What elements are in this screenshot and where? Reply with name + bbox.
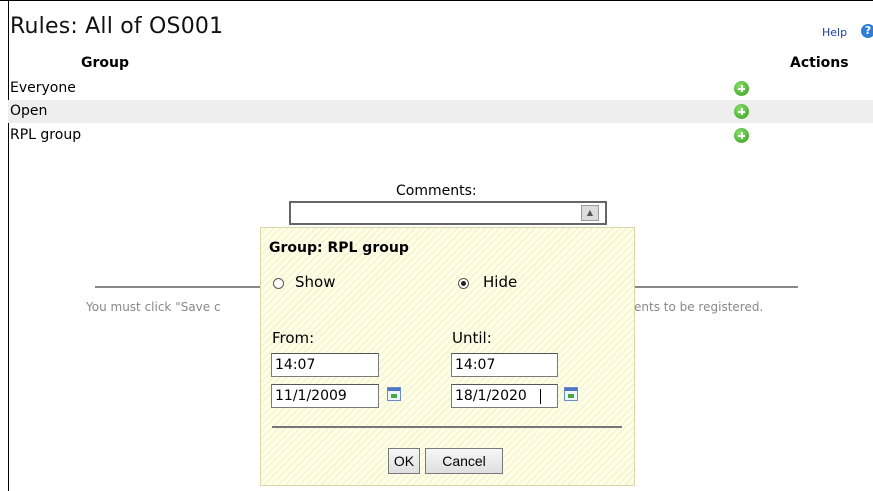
- add-icon[interactable]: [734, 81, 749, 96]
- from-calendar-icon[interactable]: [387, 387, 401, 401]
- column-header-group: Group: [80, 55, 129, 71]
- until-date-input[interactable]: 18/1/2020: [451, 384, 558, 408]
- add-icon[interactable]: [734, 128, 749, 143]
- group-name: Everyone: [10, 80, 76, 96]
- dialog-title: Group: RPL group: [269, 240, 409, 256]
- column-header-actions: Actions: [790, 55, 849, 71]
- divider-right: [635, 286, 798, 288]
- group-rule-dialog: Group: RPL group Show Hide From: Until: …: [260, 227, 635, 486]
- save-notice-right: ents to be registered.: [634, 300, 764, 314]
- hide-label: Hide: [483, 273, 518, 291]
- text-cursor: [540, 389, 541, 404]
- until-calendar-icon[interactable]: [564, 387, 578, 401]
- show-label: Show: [295, 273, 336, 291]
- group-name: RPL group: [10, 127, 82, 143]
- from-time-input[interactable]: 14:07: [271, 353, 379, 377]
- until-time-input[interactable]: 14:07: [451, 353, 558, 377]
- rules-page: Rules: All of OS001 Help ? Group Actions…: [0, 0, 873, 491]
- table-row: RPL group: [8, 124, 873, 147]
- comments-textarea[interactable]: [289, 201, 607, 225]
- help-icon[interactable]: ?: [861, 24, 873, 38]
- show-radio[interactable]: [273, 278, 284, 289]
- from-date-input[interactable]: 11/1/2009: [271, 384, 379, 408]
- divider-left: [95, 286, 260, 288]
- page-title: Rules: All of OS001: [10, 14, 224, 39]
- comments-label: Comments:: [396, 183, 477, 199]
- hide-radio[interactable]: [458, 278, 469, 289]
- dialog-divider: [272, 426, 622, 428]
- save-notice-left: You must click "Save c: [86, 300, 221, 314]
- ok-button[interactable]: OK: [388, 448, 420, 474]
- frame-left-border: [8, 0, 9, 491]
- table-row: Open: [8, 100, 873, 123]
- add-icon[interactable]: [734, 104, 749, 119]
- scroll-up-arrow-icon[interactable]: ▲: [581, 205, 599, 221]
- cancel-button[interactable]: Cancel: [425, 448, 503, 474]
- frame-top-border: [0, 0, 873, 1]
- table-row: Everyone: [8, 77, 873, 100]
- from-label: From:: [272, 329, 315, 347]
- help-link[interactable]: Help: [822, 26, 847, 39]
- until-label: Until:: [452, 329, 492, 347]
- group-name: Open: [10, 103, 48, 119]
